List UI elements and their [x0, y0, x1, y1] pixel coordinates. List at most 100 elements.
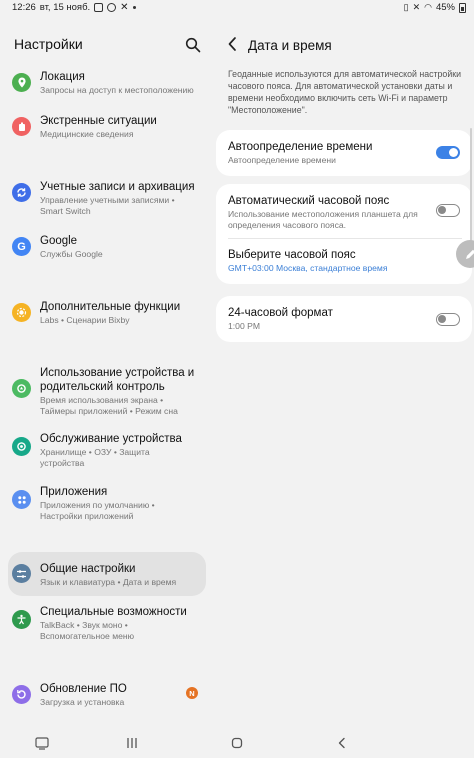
settings-item-subtitle: Службы Google — [40, 249, 103, 259]
sliders-icon — [12, 564, 31, 583]
settings-item-subtitle: Медицинские сведения — [40, 129, 134, 139]
settings-item-software-update[interactable]: Обновление ПО Загрузка и установка N — [8, 682, 206, 708]
accessibility-icon — [12, 610, 31, 629]
settings-item-title: Использование устройства и — [40, 367, 195, 379]
auto-time-row[interactable]: Автоопределение времени Автоопределение … — [228, 140, 462, 166]
settings-item-advanced-features[interactable]: Дополнительные функции Labs • Сценарии B… — [8, 300, 206, 326]
auto-timezone-subtitle: Использование местоположения планшета дл… — [228, 209, 418, 230]
settings-item-title: Приложения — [40, 486, 108, 498]
page-title: Настройки — [14, 36, 83, 52]
auto-time-title: Автоопределение времени — [228, 141, 373, 153]
format-24h-row[interactable]: 24-часовой формат 1:00 PM — [228, 306, 462, 332]
settings-item-title: Обслуживание устройства — [40, 433, 182, 445]
auto-time-subtitle: Автоопределение времени — [228, 155, 336, 165]
no-notify-icon: ✕ — [120, 2, 129, 13]
selected-timezone-value: GMT+03:00 Москва, стандартное время — [228, 263, 388, 273]
format-24h-toggle[interactable] — [436, 313, 460, 326]
update-icon — [12, 685, 31, 704]
settings-item-accounts[interactable]: Учетные записи и архивация Управление уч… — [8, 180, 206, 217]
settings-item-digital-wellbeing[interactable]: Использование устройства и родительский … — [8, 366, 206, 417]
settings-item-subtitle: Хранилище • ОЗУ • Защита — [40, 447, 150, 457]
settings-item-subtitle: Smart Switch — [40, 206, 91, 216]
settings-item-title: Экстренные ситуации — [40, 115, 157, 127]
auto-timezone-title: Автоматический часовой пояс — [228, 195, 390, 207]
dnd-icon — [107, 3, 117, 12]
battery-percent: 45% — [435, 2, 455, 13]
battery-icon — [459, 2, 466, 13]
status-time: 12:26 — [12, 2, 36, 13]
settings-item-subtitle: устройства — [40, 458, 85, 468]
settings-item-title: Google — [40, 235, 78, 247]
keyboard-icon — [35, 736, 49, 750]
settings-item-device-care[interactable]: Обслуживание устройства Хранилище • ОЗУ … — [8, 432, 206, 469]
recents-button[interactable] — [124, 736, 140, 750]
format-24h-card: 24-часовой формат 1:00 PM — [216, 296, 472, 342]
settings-item-title: родительский контроль — [40, 381, 165, 393]
settings-item-title: Дополнительные функции — [40, 301, 181, 313]
settings-item-subtitle: Язык и клавиатура • Дата и время — [40, 577, 177, 587]
star-icon — [12, 303, 31, 322]
settings-item-title: Общие настройки — [40, 563, 136, 575]
back-button[interactable] — [334, 736, 350, 750]
divider — [228, 238, 462, 239]
settings-item-title: Локация — [40, 71, 85, 83]
settings-item-subtitle: Управление учетными записями • — [40, 195, 175, 205]
format-24h-title: 24-часовой формат — [228, 307, 333, 319]
status-bar: 12:26 вт, 15 нояб. ✕ ▯ ✕ ◠ 45% — [0, 0, 474, 16]
emergency-icon — [12, 117, 31, 136]
settings-item-location[interactable]: Локация Запросы на доступ к местоположен… — [8, 70, 206, 96]
screenshot-icon — [94, 3, 104, 12]
settings-list-panel: Настройки Локация Запросы на доступ к ме… — [0, 16, 212, 728]
mute-icon: ✕ — [412, 2, 421, 12]
wellbeing-icon — [12, 379, 31, 398]
recents-icon — [127, 738, 137, 748]
settings-item-apps[interactable]: Приложения Приложения по умолчанию • Нас… — [8, 485, 206, 522]
keyboard-switch-button[interactable] — [34, 736, 50, 750]
settings-item-subtitle: Вспомогательное меню — [40, 631, 135, 641]
settings-item-subtitle: Labs • Сценарии Bixby — [40, 315, 130, 325]
new-badge: N — [186, 687, 198, 699]
wifi-icon: ◠ — [424, 2, 432, 12]
settings-item-subtitle: Настройки приложений — [40, 511, 134, 521]
settings-item-subtitle: Запросы на доступ к местоположению — [40, 85, 194, 95]
settings-item-subtitle: Таймеры приложений • Режим сна — [40, 406, 178, 416]
settings-item-google[interactable]: G Google Службы Google — [8, 234, 206, 260]
description-text: Геоданные используются для автоматическо… — [228, 69, 462, 115]
care-icon — [12, 437, 31, 456]
settings-item-general-management[interactable]: Общие настройки Язык и клавиатура • Дата… — [8, 552, 206, 596]
google-icon: G — [12, 237, 31, 256]
home-button[interactable] — [229, 736, 245, 750]
settings-item-title: Учетные записи и архивация — [40, 181, 195, 193]
apps-icon — [12, 490, 31, 509]
format-24h-subtitle: 1:00 PM — [228, 321, 261, 331]
settings-item-accessibility[interactable]: Специальные возможности TalkBack • Звук … — [8, 605, 206, 642]
scrollbar[interactable] — [470, 128, 472, 248]
auto-timezone-row[interactable]: Автоматический часовой пояс Использовани… — [228, 194, 428, 231]
back-arrow-icon[interactable] — [226, 36, 240, 52]
timezone-card: Автоматический часовой пояс Использовани… — [216, 184, 472, 284]
pencil-icon — [465, 249, 474, 259]
auto-timezone-toggle[interactable] — [436, 204, 460, 217]
auto-time-card: Автоопределение времени Автоопределение … — [216, 130, 472, 176]
settings-item-title: Обновление ПО — [40, 683, 127, 695]
settings-item-subtitle: TalkBack • Звук моно • — [40, 620, 128, 630]
select-timezone-row[interactable]: Выберите часовой пояс GMT+03:00 Москва, … — [228, 248, 462, 274]
settings-item-title: Специальные возможности — [40, 606, 187, 618]
home-icon — [231, 737, 243, 749]
date-time-panel: Дата и время Геоданные используются для … — [214, 16, 474, 728]
settings-item-subtitle: Приложения по умолчанию • — [40, 500, 155, 510]
settings-item-subtitle: Загрузка и установка — [40, 697, 125, 707]
settings-item-emergency[interactable]: Экстренные ситуации Медицинские сведения — [8, 114, 206, 140]
vibrate-icon: ▯ — [403, 2, 409, 12]
status-date: вт, 15 нояб. — [39, 2, 91, 13]
select-timezone-title: Выберите часовой пояс — [228, 249, 356, 261]
settings-item-subtitle: Время использования экрана • — [40, 395, 164, 405]
navigation-bar — [0, 728, 474, 758]
location-icon — [12, 73, 31, 92]
sync-icon — [12, 183, 31, 202]
auto-time-toggle[interactable] — [436, 146, 460, 159]
page-title: Дата и время — [248, 38, 332, 53]
more-notifications-icon — [132, 6, 136, 9]
back-icon — [338, 737, 345, 749]
search-icon[interactable] — [185, 37, 201, 53]
